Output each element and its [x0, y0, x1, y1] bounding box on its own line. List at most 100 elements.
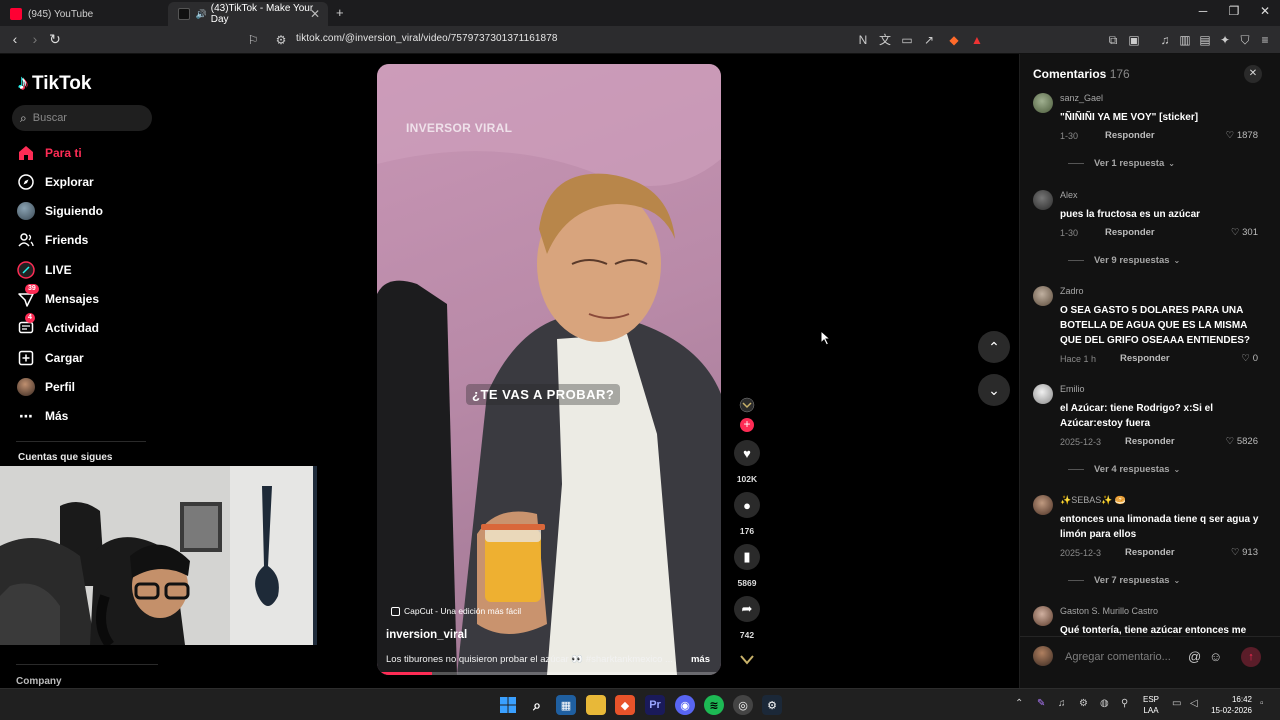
windows-start-icon[interactable]	[498, 695, 518, 715]
vpn-icon[interactable]: ⛉	[1238, 33, 1252, 47]
emoji-icon[interactable]: ☺	[1209, 649, 1222, 664]
url-field[interactable]: tiktok.com/@inversion_viral/video/757973…	[296, 33, 558, 44]
network-icon[interactable]: ▭	[1172, 698, 1181, 709]
sidebar-item-mas[interactable]: ⋯ Más	[17, 405, 68, 427]
comment-user[interactable]: ✨SEBAS✨ 🥯	[1060, 495, 1126, 506]
tray-overflow-icon[interactable]: ⌃	[1015, 698, 1023, 709]
restore-icon[interactable]: ❐	[1219, 4, 1249, 18]
site-settings-icon[interactable]: ⚙	[274, 33, 288, 47]
file-explorer-icon[interactable]	[586, 695, 606, 715]
new-tab-button[interactable]: +	[336, 5, 344, 20]
menu-icon[interactable]: ≡	[1258, 33, 1272, 47]
language-indicator[interactable]: ESP LAA	[1143, 694, 1159, 716]
more-link[interactable]: más	[691, 654, 710, 665]
search-icon[interactable]: ⌕	[527, 695, 547, 715]
tray-app-icon[interactable]: ◍	[1100, 698, 1109, 709]
no-tracking-icon[interactable]: N	[856, 33, 870, 47]
save-action[interactable]: ▮ 5869	[734, 544, 760, 588]
reply-button[interactable]: Responder	[1125, 547, 1175, 558]
sidebar-item-live[interactable]: LIVE	[17, 259, 72, 281]
microphone-icon[interactable]: ⚲	[1121, 698, 1128, 709]
tab-youtube[interactable]: (945) YouTube	[0, 2, 168, 26]
reload-icon[interactable]: ↻	[46, 31, 64, 48]
sidebar-item-para-ti[interactable]: Para ti	[17, 142, 82, 164]
view-replies-button[interactable]: Ver 1 respuesta ⌄	[1068, 158, 1175, 169]
wallet-icon[interactable]: ▤	[1198, 33, 1212, 47]
comment-like[interactable]: ♡ 0	[1242, 353, 1258, 364]
comment-icon[interactable]: ●	[734, 492, 760, 518]
share-arrow-icon[interactable]: ➦	[734, 596, 760, 622]
spotify-icon[interactable]: ≋	[704, 695, 724, 715]
comment-like[interactable]: ♡ 913	[1231, 547, 1258, 558]
notifications-icon[interactable]: ▫	[1260, 698, 1264, 709]
comment-user[interactable]: Emilio	[1060, 384, 1085, 394]
comment-like[interactable]: ♡ 5826	[1226, 436, 1258, 447]
music-disc[interactable]	[734, 653, 760, 667]
comment-avatar[interactable]	[1033, 190, 1053, 210]
sidebar-item-mensajes[interactable]: 39 Mensajes	[17, 284, 99, 310]
share-action[interactable]: ➦ 742	[734, 596, 760, 640]
video-player[interactable]: INVERSOR VIRAL ¿TE VAS A PROBAR? CapCut …	[377, 64, 721, 675]
like-action[interactable]: ♥ 102K	[734, 440, 760, 484]
reply-button[interactable]: Responder	[1120, 353, 1170, 364]
bookmark-icon[interactable]: ⚐	[246, 33, 260, 47]
mention-icon[interactable]: @	[1188, 649, 1201, 664]
cast-icon[interactable]: ▭	[900, 33, 914, 47]
brave-rewards-icon[interactable]: ▲	[970, 33, 984, 47]
comment-avatar[interactable]	[1033, 93, 1053, 113]
volume-icon[interactable]: ◁	[1190, 698, 1198, 709]
comment-user[interactable]: sanz_Gael	[1060, 93, 1103, 103]
reply-button[interactable]: Responder	[1105, 227, 1155, 238]
taskbar-clock[interactable]: 16:42 15-02-2026	[1208, 694, 1252, 716]
share-icon[interactable]: ↗	[922, 33, 936, 47]
comment-user[interactable]: Alex	[1060, 190, 1078, 200]
view-replies-button[interactable]: Ver 7 respuestas ⌄	[1068, 575, 1180, 586]
close-comments-icon[interactable]: ✕	[1244, 65, 1262, 83]
sidebar-item-actividad[interactable]: 4 Actividad	[17, 313, 99, 339]
comment-like[interactable]: ♡ 1878	[1226, 130, 1258, 141]
follow-plus-icon[interactable]: +	[740, 418, 754, 432]
premiere-icon[interactable]: Pr	[645, 695, 665, 715]
next-video-button[interactable]: ⌄	[978, 374, 1010, 406]
view-replies-button[interactable]: Ver 4 respuestas ⌄	[1068, 464, 1180, 475]
video-progress-bar[interactable]	[377, 672, 721, 675]
heart-icon[interactable]: ♥	[734, 440, 760, 466]
brave-shield-icon[interactable]: ◆	[947, 33, 961, 47]
steam-icon[interactable]: ⚙	[762, 695, 782, 715]
video-author[interactable]: inversion_viral	[386, 629, 467, 641]
creator-avatar[interactable]: +	[734, 397, 760, 432]
sidebar-item-perfil[interactable]: Perfil	[17, 376, 75, 398]
leo-ai-icon[interactable]: ✦	[1218, 33, 1232, 47]
comment-action[interactable]: ● 176	[734, 492, 760, 536]
reply-button[interactable]: Responder	[1125, 436, 1175, 447]
headset-icon[interactable]: ♫	[1058, 698, 1066, 709]
comment-avatar[interactable]	[1033, 286, 1053, 306]
comment-input-placeholder[interactable]: Agregar comentario...	[1065, 651, 1171, 663]
sidebar-item-siguiendo[interactable]: Siguiendo	[17, 200, 103, 222]
comment-like[interactable]: ♡ 301	[1231, 227, 1258, 238]
bookmark-icon[interactable]: ▮	[734, 544, 760, 570]
capcut-tag[interactable]: CapCut - Una edición más fácil	[391, 606, 521, 616]
view-replies-button[interactable]: Ver 9 respuestas ⌄	[1068, 255, 1180, 266]
search-input[interactable]: ⌕ Buscar	[12, 105, 152, 131]
widgets-icon[interactable]: ▦	[556, 695, 576, 715]
sidebar-item-cargar[interactable]: Cargar	[17, 347, 84, 369]
sidebar-toggle-icon[interactable]: ▥	[1178, 33, 1192, 47]
steam-tray-icon[interactable]: ⚙	[1079, 698, 1088, 709]
tab-tiktok[interactable]: 🔊 (43)TikTok - Make Your Day ✕	[168, 2, 328, 26]
back-icon[interactable]: ‹	[6, 31, 24, 47]
close-window-icon[interactable]: ✕	[1250, 4, 1280, 18]
translate-icon[interactable]: 文	[878, 33, 892, 47]
minimize-icon[interactable]: ─	[1188, 4, 1218, 18]
comment-user[interactable]: Gaston S. Murillo Castro	[1060, 606, 1158, 616]
forward-icon[interactable]: ›	[26, 31, 44, 47]
tray-app-icon[interactable]: ✎	[1037, 698, 1045, 709]
sidebar-item-explorar[interactable]: Explorar	[17, 171, 94, 193]
reply-button[interactable]: Responder	[1105, 130, 1155, 141]
discord-icon[interactable]: ◉	[675, 695, 695, 715]
comment-avatar[interactable]	[1033, 495, 1053, 515]
comment-avatar[interactable]	[1033, 384, 1053, 404]
sidebar-item-friends[interactable]: Friends	[17, 229, 88, 251]
extensions-icon[interactable]: ⧉	[1106, 33, 1120, 47]
tab-search-icon[interactable]: ▣	[1127, 33, 1141, 47]
